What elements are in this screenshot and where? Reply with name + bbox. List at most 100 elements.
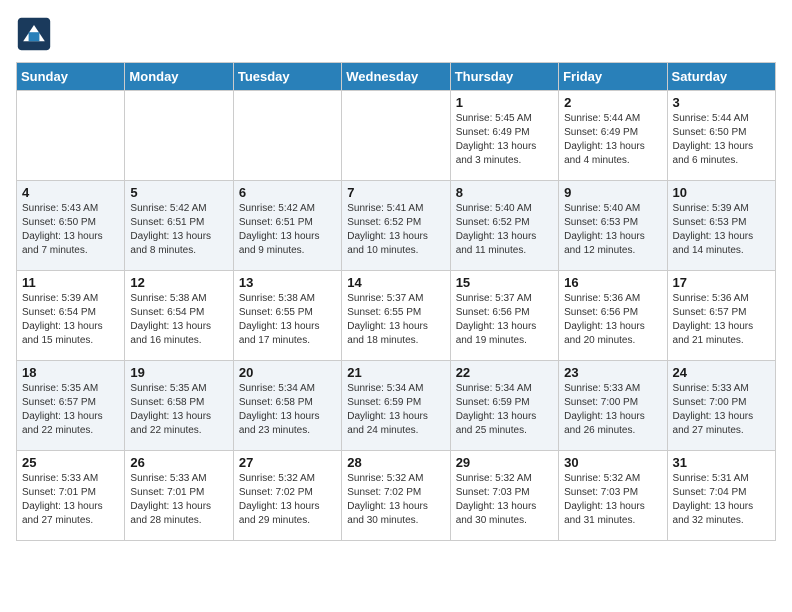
- calendar-cell: 11 Sunrise: 5:39 AM Sunset: 6:54 PM Dayli…: [17, 271, 125, 361]
- calendar-cell: 17 Sunrise: 5:36 AM Sunset: 6:57 PM Dayli…: [667, 271, 775, 361]
- page-header: [16, 16, 776, 52]
- cell-info: Sunrise: 5:40 AM Sunset: 6:53 PM Dayligh…: [564, 202, 661, 258]
- calendar-cell: 19 Sunrise: 5:35 AM Sunset: 6:58 PM Dayli…: [125, 361, 233, 451]
- week-row-3: 11 Sunrise: 5:39 AM Sunset: 6:54 PM Dayli…: [17, 271, 776, 361]
- cell-info: Sunrise: 5:44 AM Sunset: 6:50 PM Dayligh…: [673, 112, 770, 168]
- day-number: 15: [456, 275, 553, 290]
- day-number: 9: [564, 185, 661, 200]
- calendar-cell: 29 Sunrise: 5:32 AM Sunset: 7:03 PM Dayli…: [450, 451, 558, 541]
- day-number: 27: [239, 455, 336, 470]
- cell-info: Sunrise: 5:35 AM Sunset: 6:57 PM Dayligh…: [22, 382, 119, 438]
- day-number: 10: [673, 185, 770, 200]
- weekday-header-tuesday: Tuesday: [233, 63, 341, 91]
- cell-info: Sunrise: 5:42 AM Sunset: 6:51 PM Dayligh…: [239, 202, 336, 258]
- day-number: 29: [456, 455, 553, 470]
- weekday-header-thursday: Thursday: [450, 63, 558, 91]
- day-number: 17: [673, 275, 770, 290]
- day-number: 22: [456, 365, 553, 380]
- calendar-cell: [233, 91, 341, 181]
- calendar-table: SundayMondayTuesdayWednesdayThursdayFrid…: [16, 62, 776, 541]
- cell-info: Sunrise: 5:35 AM Sunset: 6:58 PM Dayligh…: [130, 382, 227, 438]
- cell-info: Sunrise: 5:34 AM Sunset: 6:59 PM Dayligh…: [347, 382, 444, 438]
- cell-info: Sunrise: 5:32 AM Sunset: 7:02 PM Dayligh…: [347, 472, 444, 528]
- calendar-cell: 1 Sunrise: 5:45 AM Sunset: 6:49 PM Daylig…: [450, 91, 558, 181]
- calendar-cell: [342, 91, 450, 181]
- cell-info: Sunrise: 5:43 AM Sunset: 6:50 PM Dayligh…: [22, 202, 119, 258]
- day-number: 24: [673, 365, 770, 380]
- calendar-cell: 2 Sunrise: 5:44 AM Sunset: 6:49 PM Daylig…: [559, 91, 667, 181]
- cell-info: Sunrise: 5:34 AM Sunset: 6:59 PM Dayligh…: [456, 382, 553, 438]
- day-number: 21: [347, 365, 444, 380]
- calendar-cell: 16Sunrise: 5:36 AM Sunset: 6:56 PM Dayli…: [559, 271, 667, 361]
- day-number: 7: [347, 185, 444, 200]
- week-row-4: 18 Sunrise: 5:35 AM Sunset: 6:57 PM Dayli…: [17, 361, 776, 451]
- day-number: 30: [564, 455, 661, 470]
- calendar-cell: [125, 91, 233, 181]
- calendar-cell: 8 Sunrise: 5:40 AM Sunset: 6:52 PM Daylig…: [450, 181, 558, 271]
- weekday-header-saturday: Saturday: [667, 63, 775, 91]
- day-number: 14: [347, 275, 444, 290]
- day-number: 12: [130, 275, 227, 290]
- day-number: 19: [130, 365, 227, 380]
- calendar-cell: 26 Sunrise: 5:33 AM Sunset: 7:01 PM Dayli…: [125, 451, 233, 541]
- cell-info: Sunrise: 5:39 AM Sunset: 6:54 PM Dayligh…: [22, 292, 119, 348]
- cell-info: Sunrise: 5:37 AM Sunset: 6:56 PM Dayligh…: [456, 292, 553, 348]
- day-number: 13: [239, 275, 336, 290]
- cell-info: Sunrise: 5:36 AM Sunset: 6:57 PM Dayligh…: [673, 292, 770, 348]
- day-number: 8: [456, 185, 553, 200]
- cell-info: Sunrise: 5:33 AM Sunset: 7:01 PM Dayligh…: [22, 472, 119, 528]
- calendar-cell: [17, 91, 125, 181]
- calendar-cell: 21 Sunrise: 5:34 AM Sunset: 6:59 PM Dayli…: [342, 361, 450, 451]
- day-number: 11: [22, 275, 119, 290]
- logo-icon: [16, 16, 52, 52]
- calendar-cell: 7Sunrise: 5:41 AM Sunset: 6:52 PM Daylig…: [342, 181, 450, 271]
- day-number: 25: [22, 455, 119, 470]
- day-number: 26: [130, 455, 227, 470]
- cell-info: Sunrise: 5:31 AM Sunset: 7:04 PM Dayligh…: [673, 472, 770, 528]
- weekday-header-wednesday: Wednesday: [342, 63, 450, 91]
- calendar-cell: 27 Sunrise: 5:32 AM Sunset: 7:02 PM Dayli…: [233, 451, 341, 541]
- cell-info: Sunrise: 5:32 AM Sunset: 7:02 PM Dayligh…: [239, 472, 336, 528]
- cell-info: Sunrise: 5:38 AM Sunset: 6:54 PM Dayligh…: [130, 292, 227, 348]
- cell-info: Sunrise: 5:39 AM Sunset: 6:53 PM Dayligh…: [673, 202, 770, 258]
- logo: [16, 16, 56, 52]
- cell-info: Sunrise: 5:42 AM Sunset: 6:51 PM Dayligh…: [130, 202, 227, 258]
- calendar-cell: 10 Sunrise: 5:39 AM Sunset: 6:53 PM Dayli…: [667, 181, 775, 271]
- calendar-cell: 23 Sunrise: 5:33 AM Sunset: 7:00 PM Dayli…: [559, 361, 667, 451]
- day-number: 6: [239, 185, 336, 200]
- calendar-cell: 24 Sunrise: 5:33 AM Sunset: 7:00 PM Dayli…: [667, 361, 775, 451]
- cell-info: Sunrise: 5:33 AM Sunset: 7:01 PM Dayligh…: [130, 472, 227, 528]
- cell-info: Sunrise: 5:38 AM Sunset: 6:55 PM Dayligh…: [239, 292, 336, 348]
- cell-info: Sunrise: 5:33 AM Sunset: 7:00 PM Dayligh…: [564, 382, 661, 438]
- calendar-cell: 22 Sunrise: 5:34 AM Sunset: 6:59 PM Dayli…: [450, 361, 558, 451]
- cell-info: Sunrise: 5:32 AM Sunset: 7:03 PM Dayligh…: [456, 472, 553, 528]
- cell-info: Sunrise: 5:45 AM Sunset: 6:49 PM Dayligh…: [456, 112, 553, 168]
- day-number: 1: [456, 95, 553, 110]
- day-number: 2: [564, 95, 661, 110]
- cell-info: Sunrise: 5:33 AM Sunset: 7:00 PM Dayligh…: [673, 382, 770, 438]
- calendar-cell: 13 Sunrise: 5:38 AM Sunset: 6:55 PM Dayli…: [233, 271, 341, 361]
- week-row-5: 25 Sunrise: 5:33 AM Sunset: 7:01 PM Dayli…: [17, 451, 776, 541]
- cell-info: Sunrise: 5:40 AM Sunset: 6:52 PM Dayligh…: [456, 202, 553, 258]
- cell-info: Sunrise: 5:32 AM Sunset: 7:03 PM Dayligh…: [564, 472, 661, 528]
- calendar-cell: 4 Sunrise: 5:43 AM Sunset: 6:50 PM Daylig…: [17, 181, 125, 271]
- day-number: 18: [22, 365, 119, 380]
- day-number: 16: [564, 275, 661, 290]
- calendar-cell: 14 Sunrise: 5:37 AM Sunset: 6:55 PM Dayli…: [342, 271, 450, 361]
- calendar-cell: 30 Sunrise: 5:32 AM Sunset: 7:03 PM Dayli…: [559, 451, 667, 541]
- day-number: 31: [673, 455, 770, 470]
- cell-info: Sunrise: 5:44 AM Sunset: 6:49 PM Dayligh…: [564, 112, 661, 168]
- calendar-cell: 6 Sunrise: 5:42 AM Sunset: 6:51 PM Daylig…: [233, 181, 341, 271]
- day-number: 23: [564, 365, 661, 380]
- day-number: 3: [673, 95, 770, 110]
- calendar-cell: 18 Sunrise: 5:35 AM Sunset: 6:57 PM Dayli…: [17, 361, 125, 451]
- week-row-2: 4 Sunrise: 5:43 AM Sunset: 6:50 PM Daylig…: [17, 181, 776, 271]
- calendar-cell: 31 Sunrise: 5:31 AM Sunset: 7:04 PM Dayli…: [667, 451, 775, 541]
- weekday-header-friday: Friday: [559, 63, 667, 91]
- calendar-cell: 20Sunrise: 5:34 AM Sunset: 6:58 PM Dayli…: [233, 361, 341, 451]
- calendar-cell: 9 Sunrise: 5:40 AM Sunset: 6:53 PM Daylig…: [559, 181, 667, 271]
- weekday-header-row: SundayMondayTuesdayWednesdayThursdayFrid…: [17, 63, 776, 91]
- cell-info: Sunrise: 5:37 AM Sunset: 6:55 PM Dayligh…: [347, 292, 444, 348]
- day-number: 4: [22, 185, 119, 200]
- calendar-cell: 28Sunrise: 5:32 AM Sunset: 7:02 PM Dayli…: [342, 451, 450, 541]
